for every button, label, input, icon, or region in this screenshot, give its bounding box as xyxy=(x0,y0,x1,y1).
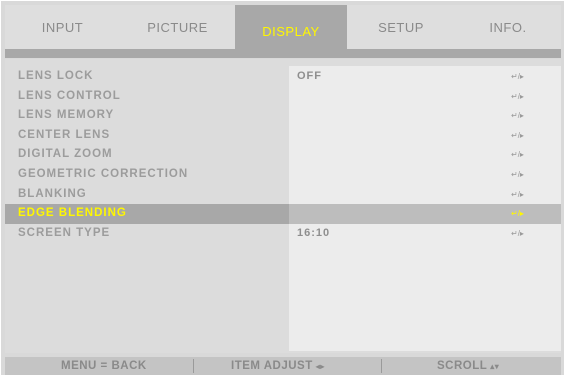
menu-item-digital-zoom[interactable]: DIGITAL ZOOM ↵/▸ xyxy=(5,145,561,165)
menu-item-label: SCREEN TYPE xyxy=(18,226,111,239)
tab-display-label: DISPLAY xyxy=(262,24,320,39)
up-down-arrows-icon: ▴▾ xyxy=(490,362,500,371)
menu-item-label: DIGITAL ZOOM xyxy=(18,148,113,161)
tab-info-label: INFO. xyxy=(489,19,527,35)
tab-picture[interactable]: PICTURE xyxy=(120,5,235,49)
menu-item-label: CENTER LENS xyxy=(18,128,111,141)
enter-arrow-icon: ↵/▸ xyxy=(511,209,524,219)
tab-setup-label: SETUP xyxy=(378,19,424,35)
hint-menu-back: MENU = BACK xyxy=(61,360,147,372)
enter-arrow-icon: ↵/▸ xyxy=(511,169,524,179)
tab-input-label: INPUT xyxy=(41,19,84,35)
tab-info[interactable]: INFO. xyxy=(455,5,561,49)
enter-arrow-icon: ↵/▸ xyxy=(511,150,524,160)
enter-arrow-icon: ↵/▸ xyxy=(511,72,524,81)
enter-arrow-icon: ↵/▸ xyxy=(511,91,524,101)
display-menu-panel: LENS LOCK OFF ↵/▸ LENS CONTROL ↵/▸ LENS … xyxy=(5,59,561,353)
menu-item-label: LENS MEMORY xyxy=(18,109,115,122)
menu-item-screen-type[interactable]: SCREEN TYPE 16:10 ↵/▸ xyxy=(5,224,561,244)
menu-item-label: GEOMETRIC CORRECTION xyxy=(18,167,189,180)
menu-item-value: OFF xyxy=(297,70,322,82)
tab-input[interactable]: INPUT xyxy=(5,5,120,49)
menu-item-label: BLANKING xyxy=(18,187,87,200)
menu-item-geometric-correction[interactable]: GEOMETRIC CORRECTION ↵/▸ xyxy=(5,165,561,185)
tab-underbar xyxy=(5,49,561,58)
hint-scroll-label: SCROLL xyxy=(437,360,488,372)
menu-tab-bar: INPUT PICTURE DISPLAY SETUP INFO. xyxy=(5,5,561,58)
menu-item-blanking[interactable]: BLANKING ↵/▸ xyxy=(5,185,561,205)
hint-scroll: SCROLL ▴▾ xyxy=(437,357,499,376)
hint-divider xyxy=(193,359,194,373)
enter-arrow-icon: ↵/▸ xyxy=(511,189,524,199)
menu-item-center-lens[interactable]: CENTER LENS ↵/▸ xyxy=(5,126,561,146)
menu-item-edge-blending[interactable]: EDGE BLENDING ↵/▸ xyxy=(5,204,561,224)
key-hint-bar: MENU = BACK ITEM ADJUST ◂▸ SCROLL ▴▾ xyxy=(5,357,561,375)
left-right-arrows-icon: ◂▸ xyxy=(315,362,325,371)
tab-setup[interactable]: SETUP xyxy=(347,5,455,49)
menu-item-value: 16:10 xyxy=(297,226,331,239)
menu-item-label: LENS CONTROL xyxy=(18,89,121,102)
hint-item-adjust-label: ITEM ADJUST xyxy=(231,360,313,372)
enter-arrow-icon: ↵/▸ xyxy=(511,130,524,140)
projector-osd-menu: INPUT PICTURE DISPLAY SETUP INFO. LENS L… xyxy=(1,1,564,375)
enter-arrow-icon: ↵/▸ xyxy=(511,228,524,238)
hint-item-adjust: ITEM ADJUST ◂▸ xyxy=(231,357,325,376)
menu-item-lens-lock[interactable]: LENS LOCK OFF ↵/▸ xyxy=(5,67,561,87)
hint-divider xyxy=(381,359,382,373)
menu-item-label: LENS LOCK xyxy=(18,70,94,82)
menu-item-label: EDGE BLENDING xyxy=(18,207,127,220)
enter-arrow-icon: ↵/▸ xyxy=(511,111,524,121)
menu-item-lens-control[interactable]: LENS CONTROL ↵/▸ xyxy=(5,87,561,107)
menu-item-lens-memory[interactable]: LENS MEMORY ↵/▸ xyxy=(5,106,561,126)
tab-picture-label: PICTURE xyxy=(147,19,208,35)
menu-list: LENS LOCK OFF ↵/▸ LENS CONTROL ↵/▸ LENS … xyxy=(5,67,561,243)
